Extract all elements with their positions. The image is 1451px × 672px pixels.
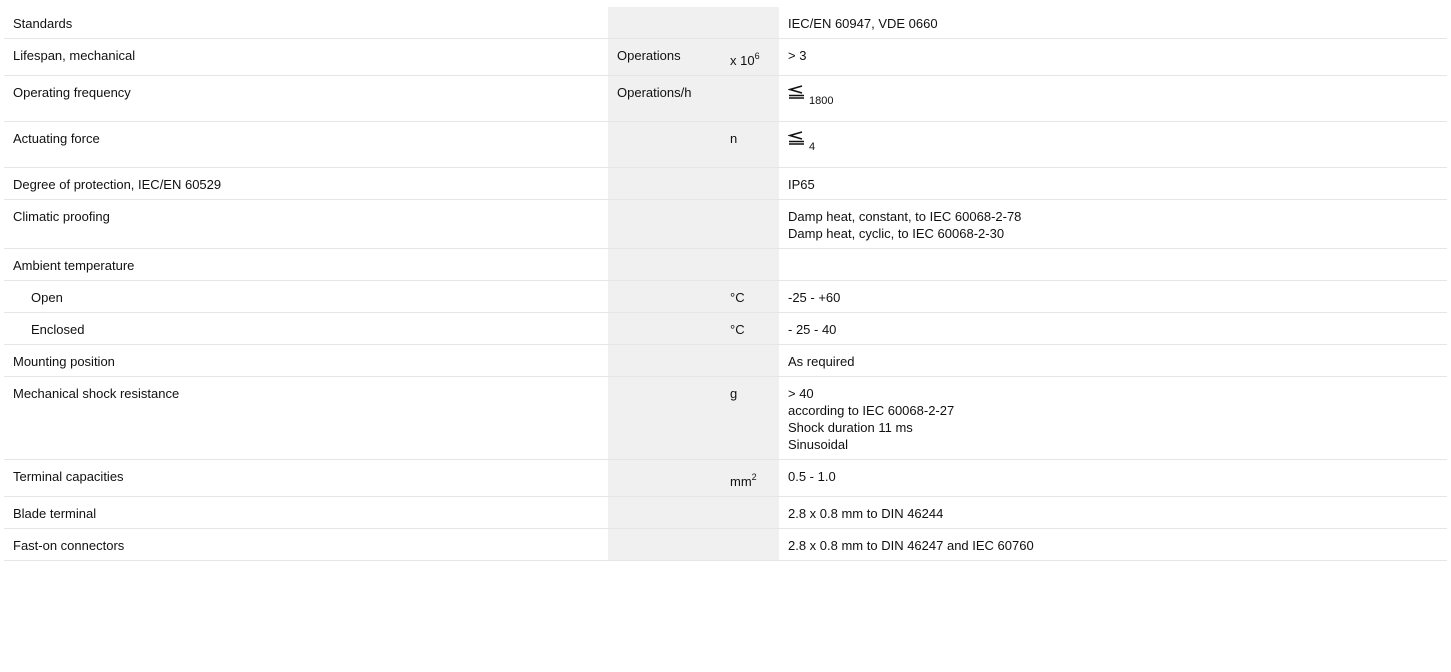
spec-value: IEC/EN 60947, VDE 0660 [779,7,1447,39]
table-row: Operating frequency Operations/h 1800 [4,75,1447,122]
spec-label: Mounting position [4,344,608,377]
spec-value-line: according to IEC 60068-2-27 [788,403,955,418]
spec-value: 4 [779,121,1447,168]
spec-value-line: > 40 [788,386,814,401]
spec-multiplier [721,248,779,281]
spec-multiplier [721,167,779,200]
less-or-equal-icon [788,131,804,145]
spec-value-line: 0.5 - 1.0 [788,469,836,484]
spec-unit [608,280,721,313]
spec-label: Terminal capacities [4,459,608,497]
spec-label: Climatic proofing [4,199,608,249]
spec-value-line: -25 - +60 [788,290,841,305]
spec-unit [608,121,721,168]
table-row: Enclosed °C - 25 - 40 [4,312,1447,345]
spec-unit: Operations/h [608,75,721,122]
spec-value: As required [779,344,1447,377]
spec-multiplier [721,199,779,249]
table-row: Climatic proofing Damp heat, constant, to… [4,199,1447,249]
specification-table-body: Standards IEC/EN 60947, VDE 0660 Lifespan,… [4,7,1447,561]
table-row: Mounting position As required [4,344,1447,377]
spec-value-line: > 3 [788,48,807,63]
spec-unit [608,528,721,561]
spec-label: Lifespan, mechanical [4,38,608,76]
spec-label: Operating frequency [4,75,608,122]
spec-value: -25 - +60 [779,280,1447,313]
spec-value [779,248,1447,281]
table-row: Blade terminal 2.8 x 0.8 mm to DIN 46244 [4,496,1447,529]
less-or-equal-icon [788,85,804,99]
spec-multiplier: °C [721,280,779,313]
table-row: Terminal capacities mm2 0.5 - 1.0 [4,459,1447,497]
spec-value-line: As required [788,354,855,369]
spec-label: Open [4,280,608,313]
spec-value-line: - 25 - 40 [788,322,837,337]
spec-value: 2.8 x 0.8 mm to DIN 46247 and IEC 60760 [779,528,1447,561]
spec-label: Enclosed [4,312,608,345]
spec-value: IP65 [779,167,1447,200]
spec-value-limit: 1800 [809,95,834,107]
spec-unit [608,459,721,497]
spec-multiplier [721,344,779,377]
spec-value-line: IEC/EN 60947, VDE 0660 [788,16,938,31]
spec-value-limit: 4 [809,141,816,153]
spec-label: Standards [4,7,608,39]
spec-value-line: 2.8 x 0.8 mm to DIN 46247 and IEC 60760 [788,538,1034,553]
spec-value-line: Shock duration 11 ms [788,420,913,435]
spec-unit [608,248,721,281]
spec-unit [608,167,721,200]
spec-value-line: Damp heat, constant, to IEC 60068-2-78 [788,209,1022,224]
spec-label: Actuating force [4,121,608,168]
table-row: Degree of protection, IEC/EN 60529 IP65 [4,167,1447,200]
spec-multiplier-base: mm [730,474,752,489]
spec-label: Blade terminal [4,496,608,529]
spec-unit [608,199,721,249]
table-row: Mechanical shock resistance g > 40 accordin… [4,376,1447,460]
table-row: Fast-on connectors 2.8 x 0.8 mm to DIN 46… [4,528,1447,561]
spec-value: 0.5 - 1.0 [779,459,1447,497]
spec-multiplier [721,528,779,561]
spec-multiplier: °C [721,312,779,345]
spec-multiplier [721,75,779,122]
spec-value-line [788,257,1438,274]
spec-multiplier: mm2 [721,459,779,497]
spec-value-line: 2.8 x 0.8 mm to DIN 46244 [788,506,944,521]
specification-table: Standards IEC/EN 60947, VDE 0660 Lifespan,… [4,7,1447,561]
spec-unit [608,344,721,377]
spec-unit [608,496,721,529]
spec-label: Mechanical shock resistance [4,376,608,460]
spec-unit [608,312,721,345]
spec-multiplier: x 106 [721,38,779,76]
table-row: Actuating force n 4 [4,121,1447,168]
spec-multiplier [721,496,779,529]
spec-label: Degree of protection, IEC/EN 60529 [4,167,608,200]
spec-value: Damp heat, constant, to IEC 60068-2-78 Da… [779,199,1447,249]
spec-value-line: IP65 [788,177,815,192]
table-row: Lifespan, mechanical Operations x 106 > 3 [4,38,1447,76]
spec-value-line: Sinusoidal [788,437,848,452]
table-row: Standards IEC/EN 60947, VDE 0660 [4,7,1447,39]
spec-multiplier-superscript: 6 [754,51,760,61]
spec-multiplier: n [721,121,779,168]
spec-label: Ambient temperature [4,248,608,281]
spec-value-line: Damp heat, cyclic, to IEC 60068-2-30 [788,226,1005,241]
spec-unit [608,7,721,39]
spec-multiplier [721,7,779,39]
spec-value: 1800 [779,75,1447,122]
spec-value: > 40 according to IEC 60068-2-27 Shock dur… [779,376,1447,460]
table-row: Ambient temperature [4,248,1447,281]
spec-multiplier-superscript: 2 [751,472,757,482]
spec-value: 2.8 x 0.8 mm to DIN 46244 [779,496,1447,529]
spec-multiplier: g [721,376,779,460]
table-row: Open °C -25 - +60 [4,280,1447,313]
spec-value: - 25 - 40 [779,312,1447,345]
spec-unit [608,376,721,460]
spec-label: Fast-on connectors [4,528,608,561]
spec-multiplier-base: x 10 [730,53,755,68]
spec-unit: Operations [608,38,721,76]
spec-value: > 3 [779,38,1447,76]
